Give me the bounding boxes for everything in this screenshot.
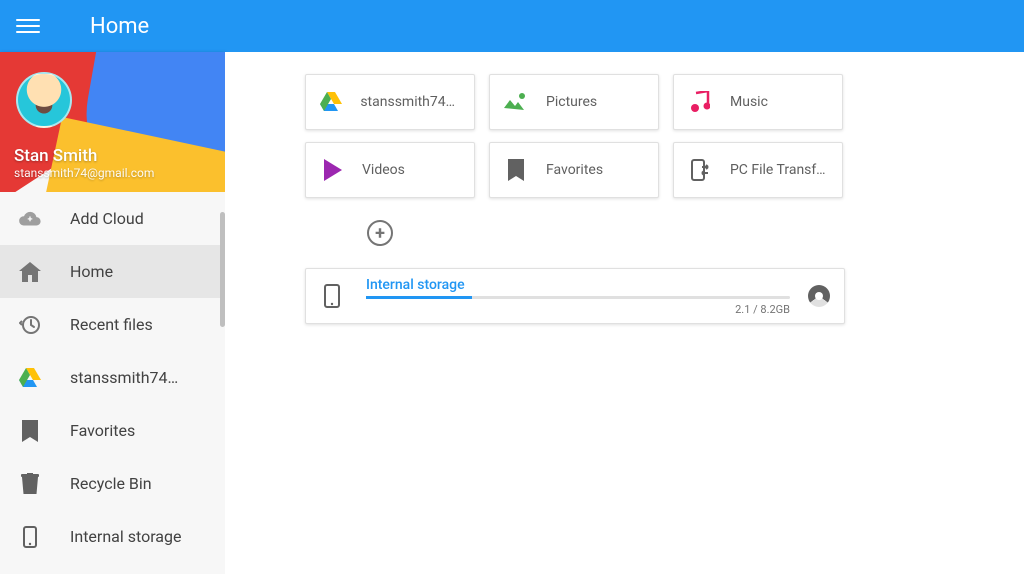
app-bar: Home [0,0,1024,52]
bookmark-icon [504,158,528,182]
sidebar: Stan Smith stanssmith74@gmail.com + Add C… [0,52,225,574]
sidebar-item-trash[interactable]: Recycle Bin [0,457,225,510]
storage-card[interactable]: Internal storage 2.1 / 8.2GB [305,268,845,324]
sidebar-item-gdrive[interactable]: stanssmith74… [0,351,225,404]
menu-icon[interactable] [16,14,40,38]
card-videos[interactable]: Videos [305,142,475,198]
card-label: Videos [362,162,405,178]
plus-icon: + [375,223,385,244]
music-icon [688,90,712,114]
card-pictures[interactable]: Pictures [489,74,659,130]
phone-icon [320,284,344,308]
sidebar-item-label: stanssmith74… [70,368,178,387]
profile-email: stanssmith74@gmail.com [14,166,154,180]
gdrive-icon [18,366,42,390]
sidebar-item-label: Favorites [70,421,135,440]
avatar [16,72,72,128]
sidebar-item-home[interactable]: Home [0,245,225,298]
card-label: Favorites [546,162,603,178]
home-icon [18,260,42,284]
card-music[interactable]: Music [673,74,843,130]
sidebar-item-label: Recycle Bin [70,474,152,493]
card-transfer[interactable]: PC File Transfer [673,142,843,198]
sidebar-item-history[interactable]: Recent files [0,298,225,351]
card-label: Music [730,94,768,110]
shortcut-grid: stanssmith74@… Pictures Music Videos Favorit… [305,74,1008,198]
storage-usage: 2.1 / 8.2GB [366,303,790,316]
card-label: PC File Transfer [730,162,828,178]
card-gdrive[interactable]: stanssmith74@… [305,74,475,130]
card-bookmark[interactable]: Favorites [489,142,659,198]
sidebar-item-phone[interactable]: Internal storage [0,510,225,563]
pie-chart-icon[interactable] [808,285,830,307]
pictures-icon [504,90,528,114]
history-icon [18,313,42,337]
card-label: stanssmith74@… [360,94,460,110]
bookmark-icon [18,419,42,443]
card-label: Pictures [546,94,597,110]
trash-icon [18,472,42,496]
gdrive-icon [320,90,342,114]
sidebar-item-label: Internal storage [70,527,181,546]
page-title: Home [90,14,149,39]
transfer-icon [688,158,712,182]
storage-bar [366,296,790,299]
videos-icon [320,158,344,182]
add-button[interactable]: + [367,220,393,246]
sidebar-item-cloud-plus[interactable]: + Add Cloud [0,192,225,245]
sidebar-item-label: Recent files [70,315,153,334]
phone-icon [18,525,42,549]
nav-list: + Add Cloud Home Recent files stanssmith74… F… [0,192,225,574]
storage-title: Internal storage [366,277,790,293]
sidebar-item-bookmark[interactable]: Favorites [0,404,225,457]
svg-text:+: + [27,213,32,224]
cloud-plus-icon: + [18,207,42,231]
main-content: stanssmith74@… Pictures Music Videos Favorit… [225,52,1024,574]
sidebar-item-label: Home [70,262,113,281]
profile-header[interactable]: Stan Smith stanssmith74@gmail.com [0,52,225,192]
sidebar-item-label: Add Cloud [70,209,144,228]
profile-name: Stan Smith [14,146,154,166]
